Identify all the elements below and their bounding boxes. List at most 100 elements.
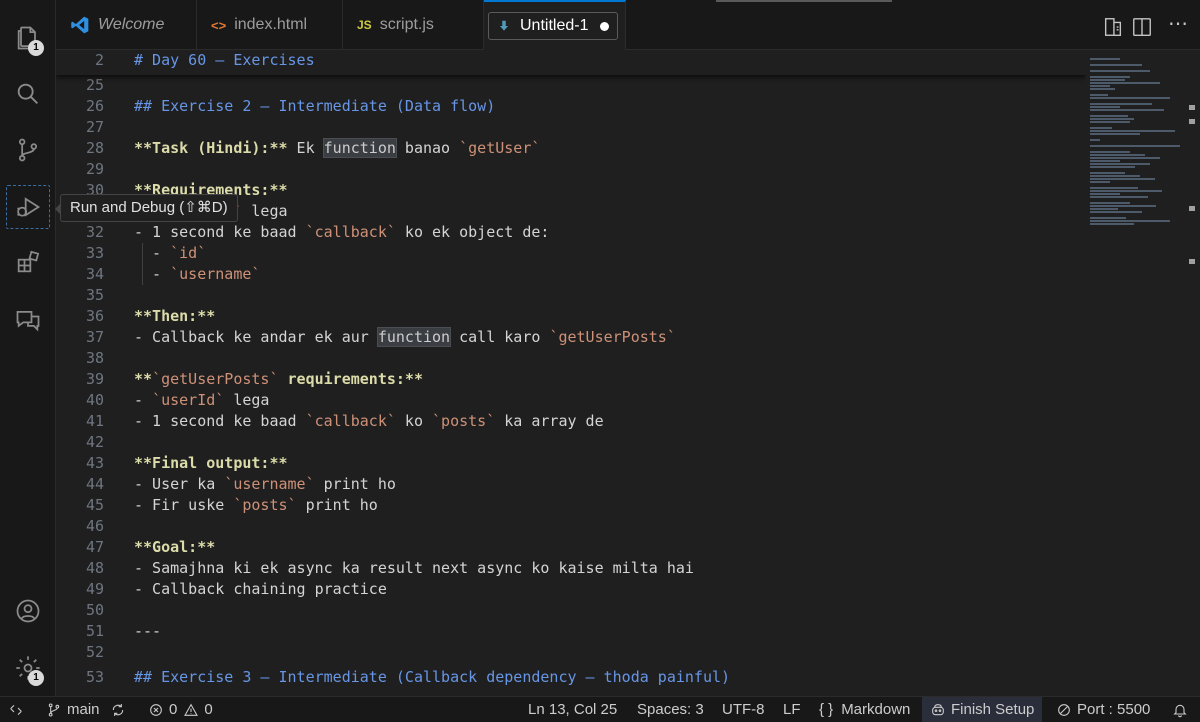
branch-name: main	[67, 701, 100, 718]
line-content: - Callback ke andar ek aur function call…	[134, 327, 676, 348]
unsaved-dot-icon[interactable]	[600, 21, 610, 31]
tab-label: script.js	[379, 16, 434, 33]
indentation-button[interactable]: Spaces: 3	[637, 697, 704, 722]
editor-line[interactable]: 29	[56, 159, 1086, 180]
tab-index-html[interactable]: <> index.html	[197, 0, 343, 50]
editor-line[interactable]: 43 **Final output:**	[56, 453, 1086, 474]
code-token: **Goal:**	[134, 538, 216, 556]
minimap-line	[1090, 205, 1156, 207]
editor-line[interactable]: 49 - Callback chaining practice	[56, 579, 1086, 600]
open-preview-button[interactable]	[1102, 16, 1126, 38]
eol-button[interactable]: LF	[783, 697, 801, 722]
code-token: -	[134, 391, 153, 409]
editor-line[interactable]: 48 - Samajhna ki ek async ka result next …	[56, 558, 1086, 579]
more-actions-button[interactable]: ⋯	[1168, 14, 1192, 38]
editor-line[interactable]: 51 ---	[56, 621, 1086, 642]
run-debug-button[interactable]	[6, 185, 50, 229]
code-token: ko	[395, 412, 433, 430]
editor-line[interactable]: 33 - `id`	[56, 243, 1086, 264]
code-token: **	[134, 370, 153, 388]
line-number: 28	[85, 139, 104, 157]
editor-area[interactable]: 2 # Day 60 — Exercises 25 26 ## Exercise 2 —…	[56, 50, 1086, 696]
editor-line[interactable]: 53 ## Exercise 3 — Intermediate (Callback…	[56, 667, 1086, 688]
editor-line[interactable]: 42	[56, 432, 1086, 453]
language-mode-button[interactable]: { } Markdown	[819, 697, 910, 722]
code-token: ko ek object de:	[395, 223, 550, 241]
search-button[interactable]	[6, 72, 50, 116]
sync-icon	[112, 704, 124, 716]
accounts-button[interactable]	[6, 589, 50, 633]
minimap-line	[1090, 181, 1110, 183]
manage-button[interactable]: 1	[6, 646, 50, 690]
code-token: `callback`	[305, 223, 396, 241]
editor-line[interactable]: 44 - User ka `username` print ho	[56, 474, 1086, 495]
tab-script-js[interactable]: JS script.js	[343, 0, 484, 50]
problems-button[interactable]: 0 0	[148, 697, 213, 722]
editor-line[interactable]: 45 - Fir uske `posts` print ho	[56, 495, 1086, 516]
minimap-line	[1090, 118, 1134, 120]
bell-icon	[1173, 704, 1187, 718]
line-content: - 1 second ke baad `callback` ko ek obje…	[134, 222, 549, 243]
active-tab-focus: Untitled-1	[488, 12, 619, 40]
code-token: `userId`	[152, 391, 225, 409]
editor-line[interactable]: 40 - `userId` lega	[56, 390, 1086, 411]
minimap-line	[1090, 202, 1130, 204]
editor-line[interactable]: 34 - `username`	[56, 264, 1086, 285]
code-token: - 1 second ke baad	[134, 223, 306, 241]
minimap-line	[1090, 70, 1150, 72]
encoding-button[interactable]: UTF-8	[722, 697, 765, 722]
error-count: 0	[169, 701, 178, 718]
editor-line[interactable]: 35	[56, 285, 1086, 306]
code-token: call karo	[450, 328, 550, 346]
editor-line[interactable]: 38	[56, 348, 1086, 369]
editor-line[interactable]: 46	[56, 516, 1086, 537]
live-server-port-button[interactable]: Port : 5500	[1056, 697, 1150, 722]
line-number: 35	[85, 286, 104, 304]
editor-line[interactable]: 28 **Task (Hindi):** Ek function banao `g…	[56, 138, 1086, 159]
code-token: **Then:**	[134, 307, 216, 325]
split-editor-button[interactable]	[1131, 16, 1155, 38]
minimap-line	[1090, 223, 1134, 225]
chat-button[interactable]	[6, 298, 50, 342]
minimap-line	[1090, 178, 1155, 180]
editor-line[interactable]: 2 # Day 60 — Exercises	[56, 50, 1086, 71]
editor-line[interactable]: 25	[56, 75, 1086, 96]
editor-line[interactable]: 26 ## Exercise 2 — Intermediate (Data flo…	[56, 96, 1086, 117]
line-number: 45	[85, 496, 104, 514]
finish-setup-button[interactable]: Finish Setup	[922, 697, 1043, 722]
code-token: `username`	[170, 265, 261, 283]
extensions-button[interactable]	[6, 240, 50, 284]
status-bar: main 0 0 Ln 13, Col 25 Spaces: 3 UTF-8 L…	[0, 696, 1200, 722]
source-control-button[interactable]	[6, 128, 50, 172]
tab-welcome[interactable]: Welcome	[56, 0, 197, 50]
editor-line[interactable]: 47 **Goal:**	[56, 537, 1086, 558]
editor-line[interactable]: 41 - 1 second ke baad `callback` ko `post…	[56, 411, 1086, 432]
sync-button[interactable]	[110, 697, 131, 722]
editor-line[interactable]: 37 - Callback ke andar ek aur function ca…	[56, 327, 1086, 348]
code-token: `getUserPosts`	[549, 328, 676, 346]
scroll-marker	[1189, 206, 1195, 211]
remote-button[interactable]	[8, 697, 29, 722]
line-content: # Day 60 — Exercises	[134, 50, 315, 71]
tab-untitled-1[interactable]: Untitled-1	[484, 0, 626, 50]
line-number: 38	[85, 349, 104, 367]
minimap-line	[1090, 166, 1135, 168]
line-number: 34	[85, 265, 104, 283]
notifications-button[interactable]	[1172, 697, 1193, 722]
minimap[interactable]	[1086, 50, 1186, 696]
editor-line[interactable]: 32 - 1 second ke baad `callback` ko ek ob…	[56, 222, 1086, 243]
editor-line[interactable]: 39 **`getUserPosts` requirements:**	[56, 369, 1086, 390]
vscode-icon	[71, 16, 89, 34]
editor-scrollbar[interactable]	[1186, 50, 1200, 696]
warning-icon	[184, 703, 199, 716]
editor-line[interactable]: 27	[56, 117, 1086, 138]
editor-line[interactable]: 50	[56, 600, 1086, 621]
cursor-position[interactable]: Ln 13, Col 25	[528, 697, 617, 722]
editor-line[interactable]: 36 **Then:**	[56, 306, 1086, 327]
branch-button[interactable]: main	[46, 697, 100, 722]
branch-icon	[48, 703, 60, 717]
tab-label: index.html	[234, 16, 308, 33]
code-token: Ek	[287, 139, 324, 157]
explorer-button[interactable]: 1	[6, 16, 50, 60]
editor-line[interactable]: 52	[56, 642, 1086, 663]
